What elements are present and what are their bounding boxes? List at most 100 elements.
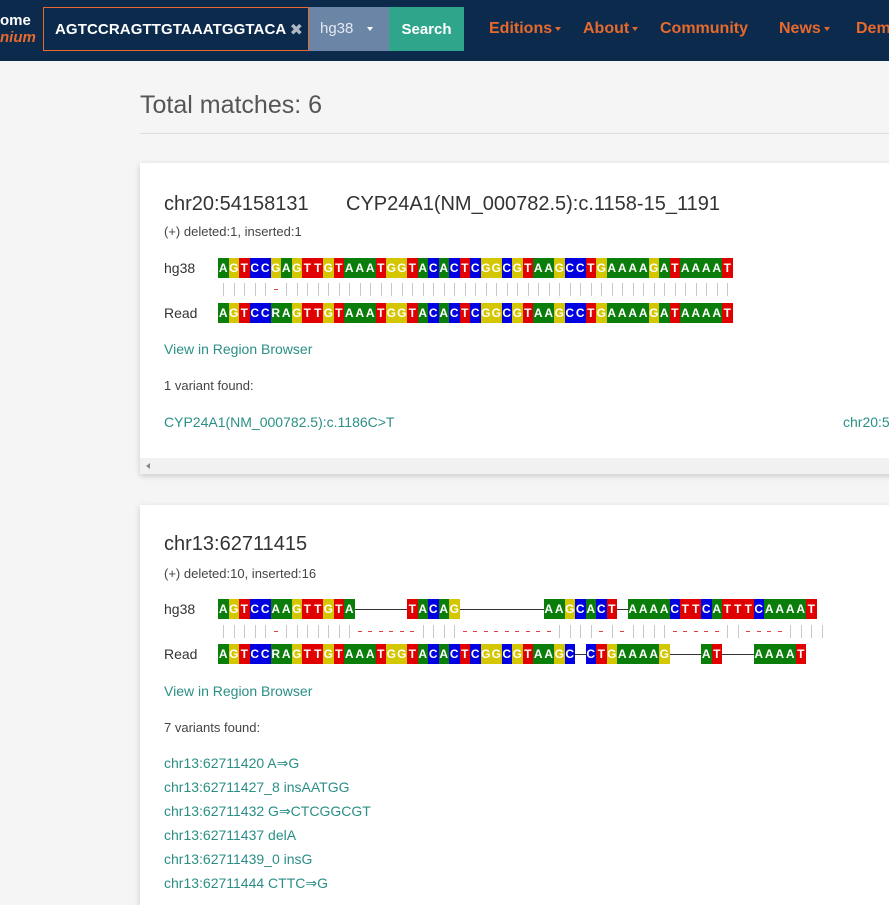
- base-cell: T: [239, 258, 250, 278]
- base-cell: G: [596, 258, 607, 278]
- match-tick: [607, 280, 618, 300]
- variant-count: 1 variant found:: [164, 378, 254, 393]
- variant-link[interactable]: chr13:62711432 G⇒CTCGGCGT: [164, 803, 371, 820]
- base-cell: T: [312, 644, 323, 664]
- variant-link[interactable]: chr13:62711420 A⇒G: [164, 755, 299, 772]
- gap-cell: [480, 599, 492, 619]
- base-cell: G: [291, 599, 302, 619]
- base-cell: A: [617, 644, 628, 664]
- base-cell: A: [218, 303, 229, 323]
- variant-link[interactable]: chr13:62711427_8 insAATGG: [164, 779, 350, 795]
- base-cell: C: [575, 258, 586, 278]
- search-input[interactable]: AGTCCRAGTTGTAAATGGTACA ✖: [43, 7, 309, 51]
- base-cell: A: [764, 599, 775, 619]
- clear-icon[interactable]: ✖: [290, 20, 303, 40]
- base-cell: T: [522, 303, 533, 323]
- base-cell: A: [270, 599, 281, 619]
- variant-link[interactable]: chr13:62711439_0 insG: [164, 851, 312, 867]
- match-tick: [449, 280, 460, 300]
- base-cell: T: [690, 599, 701, 619]
- nav-news-label: News: [779, 20, 821, 37]
- base-cell: A: [701, 644, 712, 664]
- match-tick: [250, 280, 261, 300]
- site-logo[interactable]: ome nium: [0, 12, 36, 46]
- match-tick: [229, 622, 240, 642]
- base-cell: A: [438, 258, 449, 278]
- match-tick: [586, 280, 597, 300]
- base-cell: C: [575, 303, 586, 323]
- horizontal-scrollbar[interactable]: [140, 458, 889, 474]
- base-cell: A: [438, 644, 449, 664]
- variant-link[interactable]: CYP24A1(NM_000782.5):c.1186C>T: [164, 414, 394, 430]
- search-query-text[interactable]: AGTCCRAGTTGTAAATGGTACA: [55, 21, 286, 38]
- base-cell: G: [386, 303, 397, 323]
- read-sequence: AGTCCRAGTTGTAAATGGTACACTCGGCGTAAGCCTGAAA…: [218, 303, 733, 323]
- nav-about[interactable]: About: [583, 20, 639, 38]
- variant-link[interactable]: chr13:62711437 delA: [164, 827, 296, 843]
- base-cell: A: [344, 599, 355, 619]
- match-tick: [292, 280, 303, 300]
- base-cell: T: [669, 303, 680, 323]
- match-tick: [649, 280, 660, 300]
- base-cell: T: [302, 644, 313, 664]
- base-cell: T: [407, 599, 418, 619]
- match-tick: [418, 280, 429, 300]
- match-tick: [218, 622, 229, 642]
- base-cell: G: [323, 599, 334, 619]
- region-browser-link[interactable]: View in Region Browser: [164, 683, 312, 699]
- mismatch-dash: [533, 622, 544, 642]
- base-cell: C: [564, 258, 575, 278]
- base-cell: A: [711, 258, 722, 278]
- match-tick: [575, 622, 586, 642]
- match-tick: [334, 280, 345, 300]
- base-cell: A: [627, 599, 638, 619]
- base-cell: G: [554, 258, 565, 278]
- base-cell: T: [585, 303, 596, 323]
- base-cell: G: [228, 258, 239, 278]
- base-cell: T: [459, 303, 470, 323]
- match-tick: [407, 280, 418, 300]
- variant-location-link[interactable]: chr20:5: [843, 414, 889, 430]
- match-tick: [796, 622, 807, 642]
- base-cell: C: [701, 599, 712, 619]
- base-cell: T: [333, 303, 344, 323]
- genome-build-select[interactable]: hg38: [309, 7, 389, 51]
- base-cell: A: [659, 258, 670, 278]
- nav-demo[interactable]: Dem: [856, 20, 889, 38]
- nav-editions[interactable]: Editions: [489, 20, 562, 38]
- base-cell: T: [459, 644, 470, 664]
- base-cell: G: [396, 644, 407, 664]
- match-tick: [638, 622, 649, 642]
- scroll-left-icon[interactable]: [146, 463, 150, 469]
- search-button[interactable]: Search: [389, 7, 464, 51]
- match-hgvs: CYP24A1(NM_000782.5):c.1158-15_1191: [346, 193, 720, 215]
- nav-editions-label: Editions: [489, 20, 553, 37]
- match-tick: [617, 280, 628, 300]
- base-cell: T: [743, 599, 754, 619]
- nav-demo-label: Dem: [856, 20, 889, 37]
- base-cell: C: [249, 303, 260, 323]
- base-cell: A: [795, 599, 806, 619]
- base-cell: T: [302, 303, 313, 323]
- match-location: chr13:62711415: [164, 533, 308, 555]
- nav-community[interactable]: Community: [660, 20, 748, 38]
- region-browser-link[interactable]: View in Region Browser: [164, 341, 312, 357]
- match-tick: [512, 280, 523, 300]
- match-tick: [607, 622, 618, 642]
- nav-news[interactable]: News: [779, 20, 830, 38]
- base-cell: T: [302, 599, 313, 619]
- base-cell: R: [270, 303, 281, 323]
- mismatch-dash: [470, 622, 481, 642]
- variant-link[interactable]: chr13:62711444 CTTC⇒G: [164, 875, 328, 892]
- match-card: chr20:54158131 CYP24A1(NM_000782.5):c.11…: [140, 163, 889, 474]
- mismatch-dash: [596, 622, 607, 642]
- match-tick: [554, 280, 565, 300]
- base-cell: A: [417, 644, 428, 664]
- match-tick: [439, 622, 450, 642]
- base-cell: T: [375, 303, 386, 323]
- base-cell: R: [270, 644, 281, 664]
- base-cell: A: [438, 599, 449, 619]
- match-tick: [302, 622, 313, 642]
- base-cell: C: [585, 644, 596, 664]
- match-tick: [439, 280, 450, 300]
